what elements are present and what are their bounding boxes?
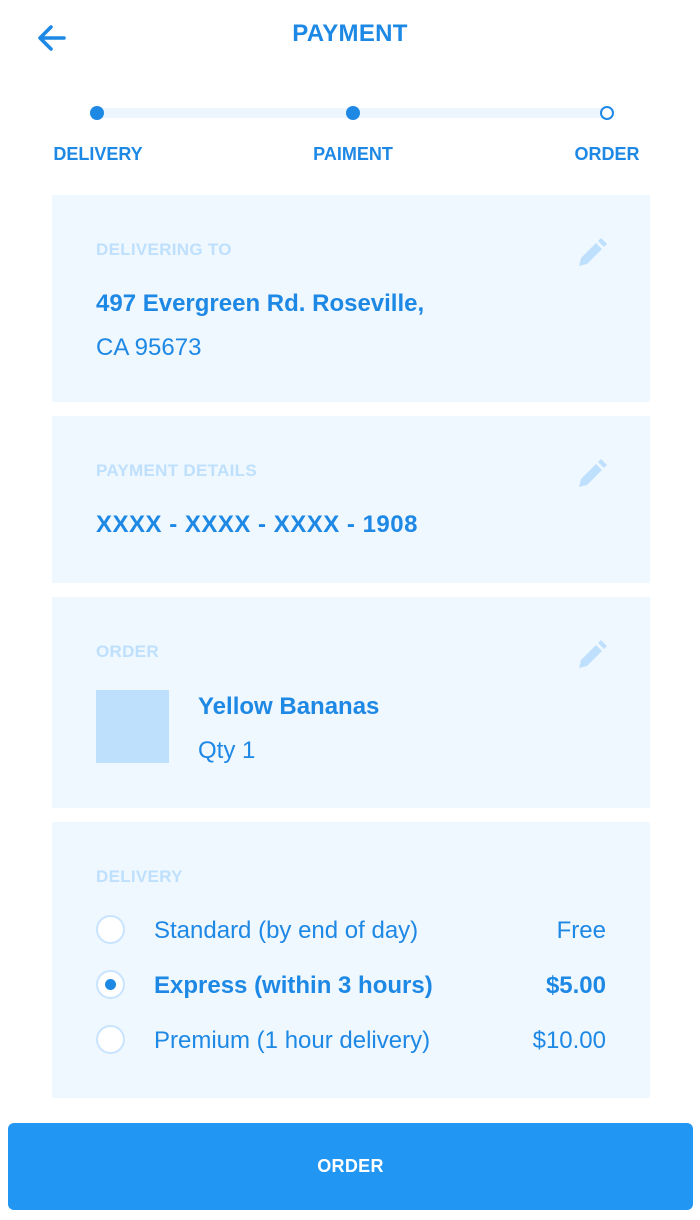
step-order-dot [600, 106, 614, 120]
option-price: $10.00 [532, 1027, 606, 1054]
product-name: Yellow Bananas [198, 693, 380, 720]
masked-card-number: XXXX - XXXX - XXXX - 1908 [96, 511, 418, 538]
delivery-options-label: DELIVERY [96, 867, 183, 886]
step-delivery-dot [90, 106, 104, 120]
radio-express[interactable] [96, 970, 125, 999]
order-label: ORDER [96, 642, 159, 661]
radio-standard[interactable] [96, 915, 125, 944]
option-label: Express (within 3 hours) [154, 972, 433, 999]
address-line-2: CA 95673 [96, 334, 202, 361]
option-label: Premium (1 hour delivery) [154, 1027, 431, 1054]
delivery-options-card: DELIVERY Standard (by end of day) Free E… [52, 822, 650, 1098]
radio-premium[interactable] [96, 1025, 125, 1054]
option-price: $5.00 [545, 972, 606, 999]
payment-details-card: PAYMENT DETAILS XXXX - XXXX - XXXX - 190… [52, 416, 650, 583]
order-card: ORDER Yellow Bananas Qty 1 [52, 597, 650, 808]
delivering-to-card: DELIVERING TO 497 Evergreen Rd. Rosevill… [52, 195, 650, 402]
step-order-label[interactable]: ORDER [574, 144, 639, 165]
address-line-1: 497 Evergreen Rd. Roseville, [96, 290, 425, 317]
delivery-option-standard[interactable]: Standard (by end of day) Free [96, 910, 606, 950]
product-quantity: Qty 1 [198, 737, 256, 764]
product-thumbnail [96, 690, 169, 763]
edit-order-pencil-icon[interactable] [574, 639, 608, 673]
header: PAYMENT [0, 0, 700, 72]
option-price: Free [556, 917, 606, 944]
step-payment-dot [346, 106, 360, 120]
option-label: Standard (by end of day) [154, 917, 419, 944]
delivery-option-express[interactable]: Express (within 3 hours) $5.00 [96, 965, 606, 1005]
order-button[interactable]: ORDER [8, 1123, 693, 1210]
delivery-option-premium[interactable]: Premium (1 hour delivery) $10.00 [96, 1020, 606, 1060]
progress-stepper: DELIVERY PAIMENT ORDER [0, 96, 700, 176]
step-payment-label[interactable]: PAIMENT [313, 144, 393, 165]
edit-address-pencil-icon[interactable] [574, 237, 608, 271]
edit-payment-pencil-icon[interactable] [574, 458, 608, 492]
page-title: PAYMENT [292, 20, 408, 47]
delivering-to-label: DELIVERING TO [96, 240, 232, 259]
payment-details-label: PAYMENT DETAILS [96, 461, 257, 480]
step-delivery-label[interactable]: DELIVERY [53, 144, 142, 165]
